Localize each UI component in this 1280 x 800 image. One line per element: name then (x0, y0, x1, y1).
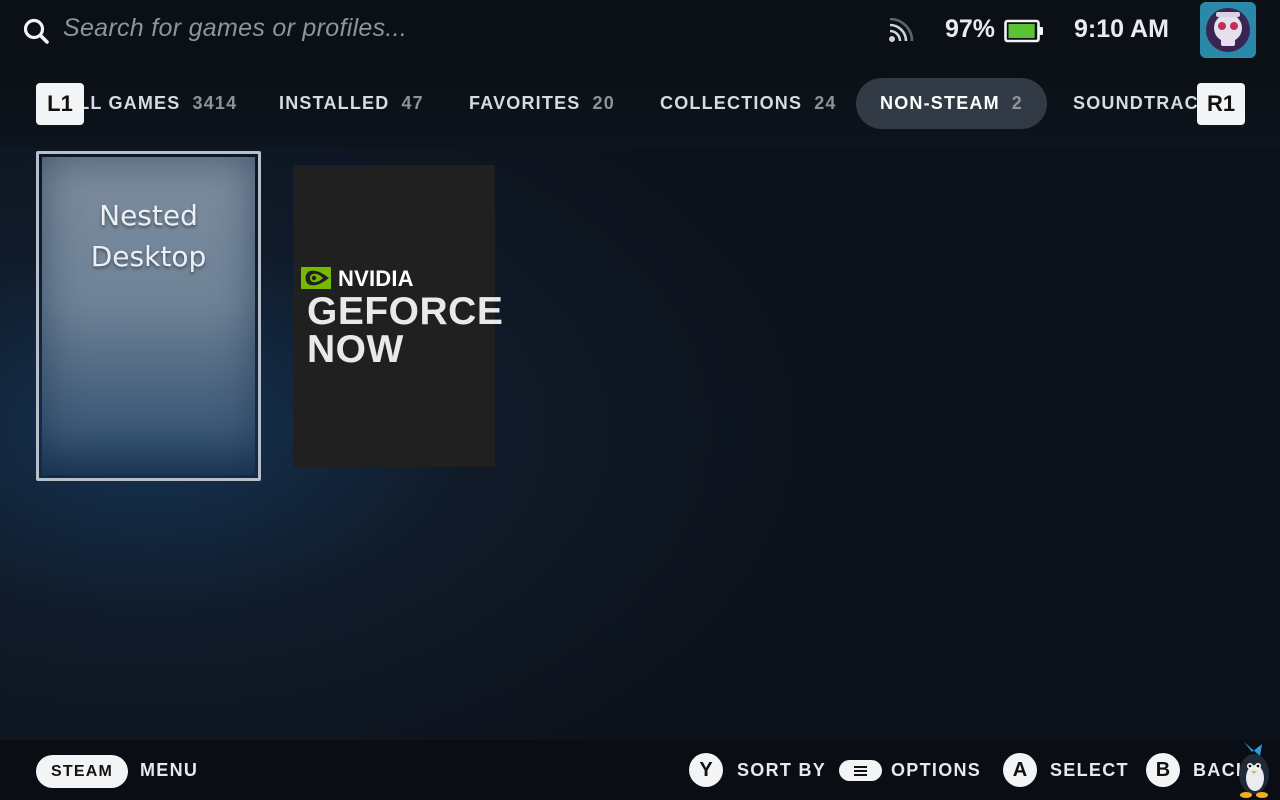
library-tab-bar: ALL GAMES 3414 INSTALLED 47 FAVORITES 20 CO… (0, 62, 1280, 148)
now-text: NOW (307, 328, 404, 371)
tab-all-games[interactable]: ALL GAMES 3414 (84, 78, 261, 129)
tab-label: SOUNDTRACKS (1073, 93, 1198, 113)
tab-count: 24 (814, 93, 837, 113)
tab-label: ALL GAMES (84, 93, 181, 113)
steam-button[interactable]: STEAM (36, 755, 128, 788)
battery-percent: 97% (945, 15, 996, 43)
battery-icon (1004, 19, 1043, 43)
tab-favorites[interactable]: FAVORITES 20 (445, 78, 639, 129)
tab-label: FAVORITES (469, 93, 581, 113)
avatar[interactable] (1200, 2, 1256, 58)
select-label: SELECT (1050, 760, 1129, 780)
options-label: OPTIONS (891, 760, 982, 780)
nvidia-logo-icon (301, 267, 331, 289)
game-tile-nested-desktop[interactable]: Nested Desktop (36, 151, 261, 481)
wifi-icon (889, 18, 914, 42)
r1-shoulder-button[interactable]: R1 (1197, 83, 1245, 125)
tab-count: 3414 (192, 93, 238, 113)
tab-soundtracks[interactable]: SOUNDTRACKS (1049, 78, 1198, 129)
tab-label: NON-STEAM (880, 93, 1000, 113)
menu-lines-icon (854, 774, 867, 776)
tab-count: 20 (592, 93, 615, 113)
y-button[interactable]: Y (689, 753, 723, 787)
game-capsule-art: Nested Desktop (42, 157, 255, 475)
tabs-viewport: ALL GAMES 3414 INSTALLED 47 FAVORITES 20 CO… (84, 78, 1198, 130)
tab-installed[interactable]: INSTALLED 47 (255, 78, 448, 129)
a-button[interactable]: A (1003, 753, 1037, 787)
search-icon[interactable] (22, 17, 50, 45)
tab-count: 2 (1011, 93, 1024, 113)
menu-lines-icon (854, 766, 867, 768)
footer-bar: STEAM MENU Y SORT BY OPTIONS A SELECT B … (0, 740, 1280, 800)
top-bar: Search for games or profiles... 97% 9:10… (0, 0, 1280, 62)
avatar-skull-icon (1200, 2, 1256, 58)
nvidia-brand-text: NVIDIA (338, 266, 414, 291)
search-input[interactable]: Search for games or profiles... (63, 14, 407, 43)
clock: 9:10 AM (1074, 15, 1169, 43)
game-title-line: Nested (99, 199, 198, 232)
game-tile-geforce-now[interactable]: NVIDIA GEFORCE NOW (293, 165, 503, 467)
mascot-icon (1239, 742, 1269, 798)
sort-by-label: SORT BY (737, 760, 827, 780)
tab-non-steam[interactable]: NON-STEAM 2 (856, 78, 1048, 129)
tab-count: 47 (401, 93, 424, 113)
b-button[interactable]: B (1146, 753, 1180, 787)
options-button[interactable] (839, 760, 882, 781)
tab-label: COLLECTIONS (660, 93, 803, 113)
menu-lines-icon (854, 770, 867, 772)
l1-shoulder-button[interactable]: L1 (36, 83, 84, 125)
menu-label: MENU (140, 760, 199, 780)
game-title-line: Desktop (90, 240, 207, 273)
tab-label: INSTALLED (279, 93, 390, 113)
tab-collections[interactable]: COLLECTIONS 24 (636, 78, 861, 129)
